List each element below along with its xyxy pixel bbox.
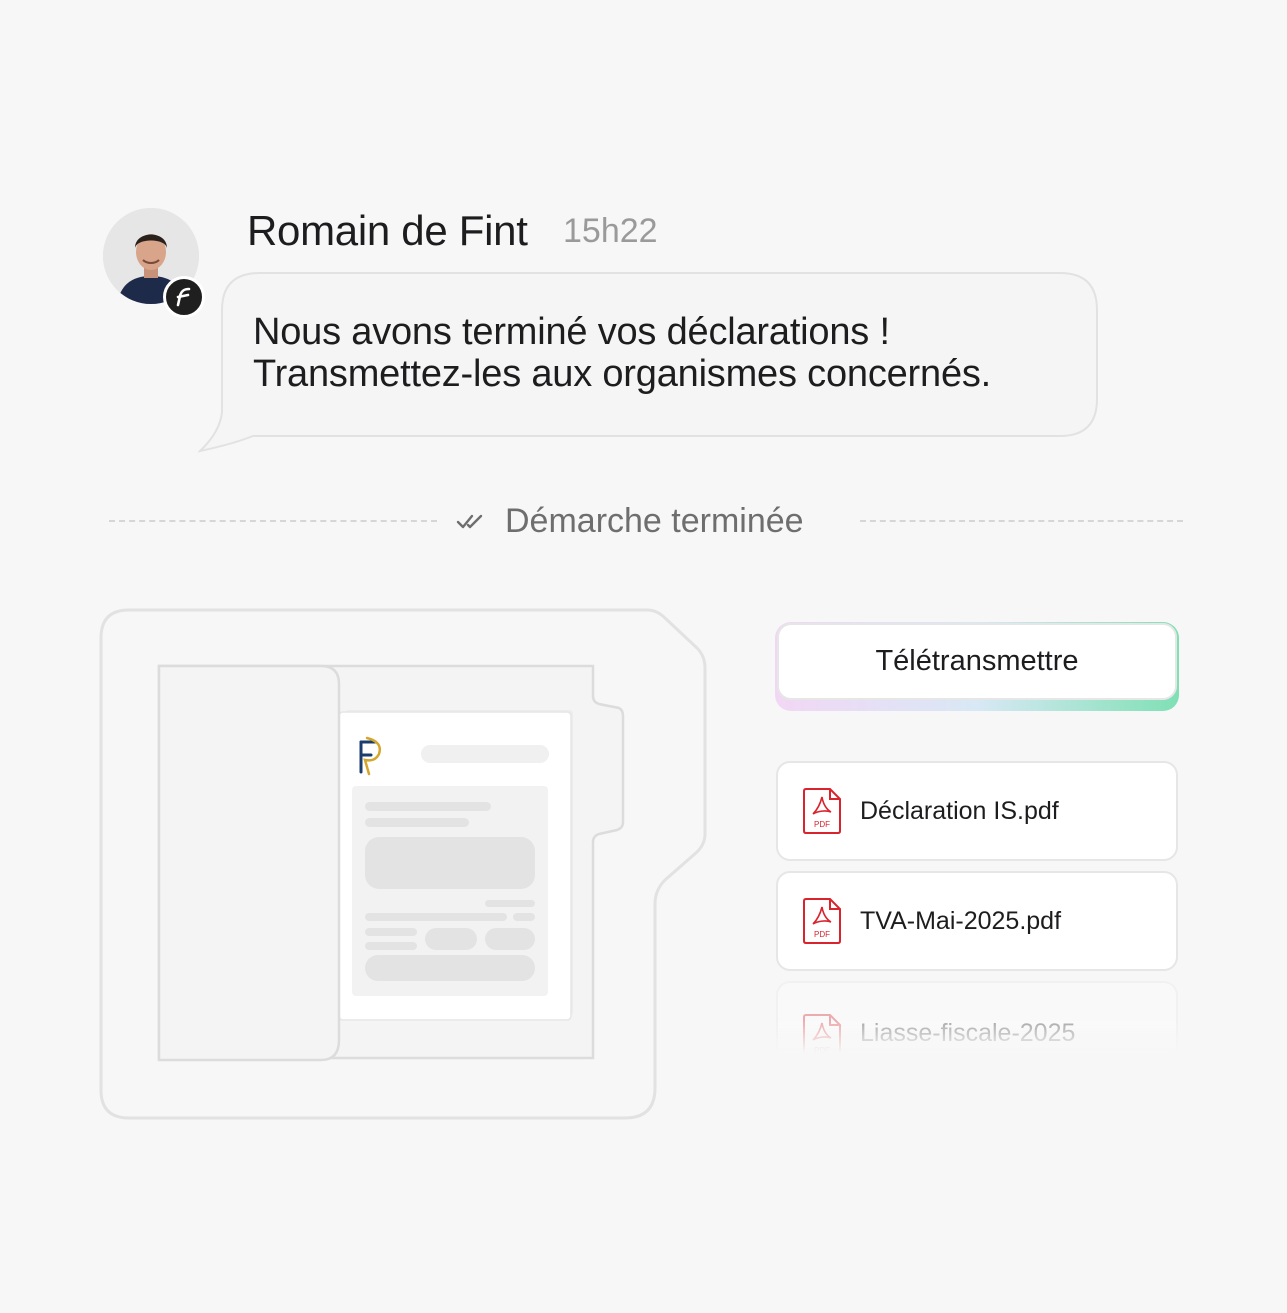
file-item[interactable]: PDF Déclaration IS.pdf <box>776 761 1178 861</box>
sender-name: Romain de Fint <box>247 207 528 254</box>
pdf-icon: PDF <box>803 788 841 834</box>
separator-line-left <box>109 520 437 522</box>
pdf-icon: PDF <box>803 1014 841 1060</box>
svg-text:PDF: PDF <box>814 820 830 829</box>
status-label: Démarche terminée <box>505 502 804 540</box>
file-name: TVA-Mai-2025.pdf <box>860 906 1062 935</box>
file-name: Liasse-fiscale-2025 <box>860 1019 1076 1047</box>
message-text: Nous avons terminé vos déclarations ! Tr… <box>253 311 991 395</box>
fint-logo-icon <box>176 287 191 307</box>
separator-line-right <box>860 520 1183 522</box>
svg-text:PDF: PDF <box>814 930 830 939</box>
double-check-icon <box>456 514 483 529</box>
message-time: 15h22 <box>563 212 658 250</box>
document-folder-illustration <box>99 608 707 1120</box>
message-line-2: Transmettez-les aux organismes concernés… <box>253 353 992 395</box>
svg-text:PDF: PDF <box>814 1046 830 1055</box>
pdf-icon: PDF <box>803 898 841 944</box>
teletransmit-button[interactable]: Télétransmettre <box>777 623 1177 700</box>
file-item[interactable]: PDF Liasse-fiscale-2025 <box>776 981 1178 1061</box>
file-name: Déclaration IS.pdf <box>860 796 1059 825</box>
folder-front <box>157 664 341 1062</box>
file-item[interactable]: PDF TVA-Mai-2025.pdf <box>776 871 1178 971</box>
message-line-1: Nous avons terminé vos déclarations ! <box>253 311 890 353</box>
